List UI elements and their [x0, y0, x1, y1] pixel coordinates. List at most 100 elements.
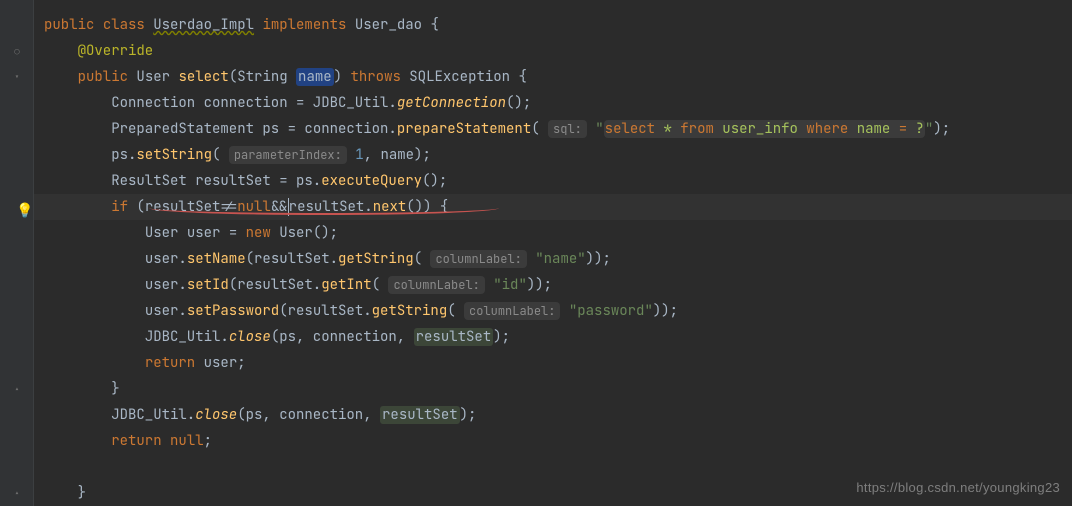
text: = JDBC_Util.	[288, 94, 397, 112]
code-line[interactable]: JDBC_Util.close(ps, connection, resultSe…	[34, 324, 1072, 350]
interface-name: User_dao	[355, 16, 422, 34]
code-line[interactable]: return user;	[34, 350, 1072, 376]
resultset-arg: resultSet	[380, 406, 460, 424]
var: connection	[204, 94, 288, 112]
resultset-arg: resultSet	[414, 328, 494, 346]
code-line-current[interactable]: 💡 if (resultSet!=null&&resultSet.next())…	[34, 194, 1072, 220]
code-line[interactable]: JDBC_Util.close(ps, connection, resultSe…	[34, 402, 1072, 428]
var: resultSet	[195, 172, 271, 190]
param-name: name	[296, 68, 334, 86]
string: "name"	[527, 250, 586, 268]
code-line[interactable]: public class Userdao_Impl implements Use…	[34, 12, 1072, 38]
static-call: getConnection	[397, 94, 506, 112]
text: ));	[653, 302, 678, 320]
keyword: public	[78, 68, 128, 86]
dot: .	[364, 198, 372, 216]
code-line[interactable]: ○ @Override	[34, 38, 1072, 64]
code-line[interactable]: PreparedStatement ps = connection.prepar…	[34, 116, 1072, 142]
op: &&	[271, 198, 288, 216]
text: JDBC_Util.	[145, 328, 229, 346]
code-line-blank[interactable]	[34, 454, 1072, 480]
keyword: return	[111, 432, 161, 450]
method-call: executeQuery	[321, 172, 422, 190]
text: ));	[527, 276, 552, 294]
keyword: throws	[350, 68, 400, 86]
op: !=	[220, 198, 237, 216]
code-line[interactable]: user.setPassword(resultSet.getString( co…	[34, 298, 1072, 324]
string-quote: "	[595, 120, 603, 138]
method-call: getInt	[321, 276, 371, 294]
type: Connection	[111, 94, 203, 112]
paren: (	[212, 146, 229, 164]
code-line[interactable]: ▴ }	[34, 376, 1072, 402]
param-hint: parameterIndex:	[229, 146, 347, 164]
code-area[interactable]: public class Userdao_Impl implements Use…	[0, 12, 1072, 506]
text: ps.	[111, 146, 136, 164]
method-name: select	[178, 68, 228, 86]
paren: (	[531, 120, 548, 138]
param-hint: columnLabel:	[464, 302, 560, 320]
text: (resultSet.	[229, 276, 321, 294]
method-call: next	[373, 198, 407, 216]
text: );	[493, 328, 510, 346]
sql-injected: select * from user_info where name = ?	[604, 120, 925, 138]
brace: }	[78, 484, 86, 502]
return-type: User	[136, 68, 170, 86]
static-call: close	[195, 406, 237, 424]
keyword: class	[103, 16, 145, 34]
keyword: implements	[262, 16, 346, 34]
sp	[162, 432, 170, 450]
static-call: close	[229, 328, 271, 346]
text: (resultSet.	[279, 302, 371, 320]
exception: SQLException {	[401, 68, 527, 86]
param-hint: columnLabel:	[430, 250, 526, 268]
keyword: public	[44, 16, 94, 34]
sig-open: (String	[229, 68, 296, 86]
keyword: new	[246, 224, 271, 242]
var: user	[187, 224, 221, 242]
method-call: setString	[136, 146, 212, 164]
code-line[interactable]: return null;	[34, 428, 1072, 454]
ctor: User();	[271, 224, 338, 242]
type: User	[145, 224, 187, 242]
text: ()) {	[406, 198, 448, 216]
override-gutter-icon[interactable]: ○	[0, 38, 34, 64]
text: JDBC_Util.	[111, 406, 195, 424]
paren: );	[933, 120, 950, 138]
code-line[interactable]: user.setName(resultSet.getString( column…	[34, 246, 1072, 272]
fold-icon[interactable]: ▾	[0, 64, 34, 90]
annotation: @Override	[78, 42, 154, 60]
code-line[interactable]: ▾ public User select(String name) throws…	[34, 64, 1072, 90]
method-call: setId	[187, 276, 229, 294]
code-line[interactable]: User user = new User();	[34, 220, 1072, 246]
code-editor[interactable]: public class Userdao_Impl implements Use…	[0, 0, 1072, 506]
id: resultSet	[145, 198, 221, 216]
text: user.	[145, 276, 187, 294]
method-call: setName	[187, 250, 246, 268]
string: "id"	[485, 276, 527, 294]
code-line[interactable]: ResultSet resultSet = ps.executeQuery();	[34, 168, 1072, 194]
args: (ps, connection,	[237, 406, 380, 424]
fold-icon[interactable]: ▴	[0, 376, 34, 402]
text: user.	[145, 302, 187, 320]
number: 1	[347, 146, 364, 164]
intention-bulb-icon[interactable]: 💡	[16, 198, 32, 214]
method-call: getString	[338, 250, 414, 268]
method-call: prepareStatement	[397, 120, 531, 138]
watermark: https://blog.csdn.net/youngking23	[856, 480, 1060, 495]
code-line[interactable]: user.setId(resultSet.getInt( columnLabel…	[34, 272, 1072, 298]
code-line[interactable]: Connection connection = JDBC_Util.getCon…	[34, 90, 1072, 116]
fold-icon[interactable]: ▴	[0, 480, 34, 506]
eq: =	[220, 224, 245, 242]
var: ps	[262, 120, 279, 138]
text: ();	[506, 94, 531, 112]
param-hint: sql:	[548, 120, 587, 138]
text: ));	[586, 250, 611, 268]
id: resultSet	[289, 198, 365, 216]
paren: (	[447, 302, 464, 320]
keyword: return	[145, 354, 195, 372]
code-line[interactable]: ps.setString( parameterIndex: 1, name);	[34, 142, 1072, 168]
method-call: getString	[372, 302, 448, 320]
paren: (	[372, 276, 389, 294]
type: PreparedStatement	[111, 120, 262, 138]
